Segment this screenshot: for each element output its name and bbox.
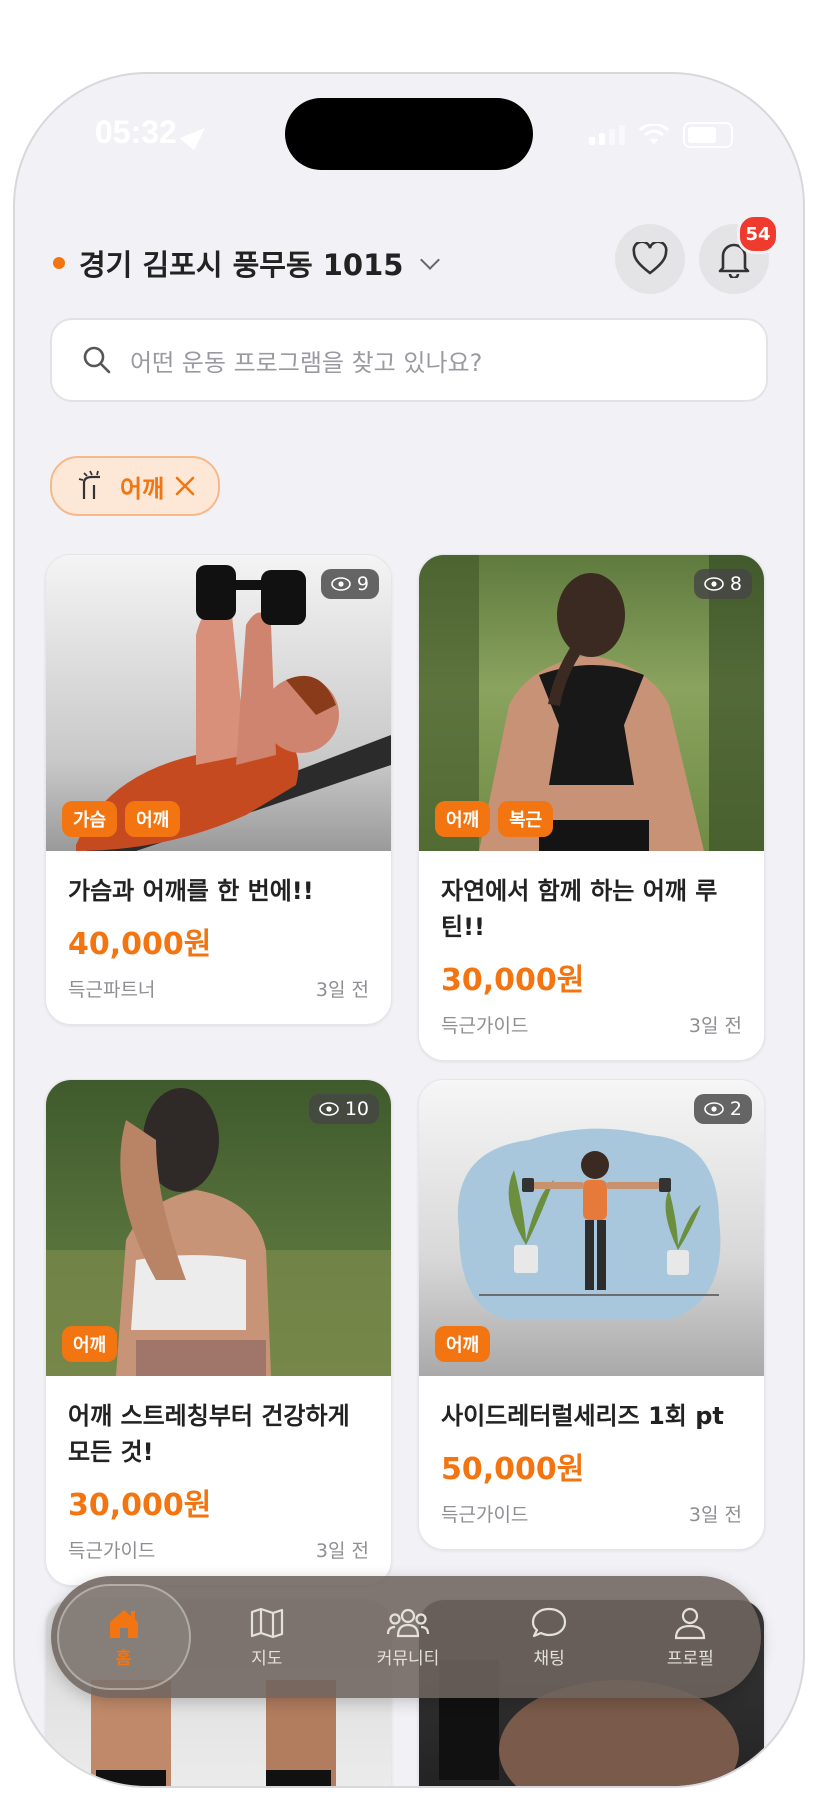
program-image: 9 가슴 어깨 bbox=[46, 555, 391, 851]
location-arrow-icon bbox=[179, 119, 210, 150]
view-count: 8 bbox=[693, 569, 752, 599]
card-price: 30,000원 bbox=[441, 963, 585, 998]
favorites-button[interactable] bbox=[615, 224, 685, 294]
profile-icon bbox=[675, 1607, 706, 1639]
nav-chat-label: 채팅 bbox=[533, 1648, 565, 1669]
card-price: 50,000원 bbox=[441, 1452, 585, 1487]
nav-profile[interactable]: 프로필 bbox=[625, 1606, 755, 1669]
card-body: 가슴과 어깨를 한 번에!! 40,000원 득근파트너 3일 전 bbox=[46, 851, 391, 1024]
battery-icon bbox=[683, 122, 733, 148]
search-bar[interactable]: 어떤 운동 프로그램을 찾고 있나요? bbox=[50, 318, 768, 402]
eye-icon bbox=[319, 1102, 339, 1116]
filter-chip-label: 어깨 bbox=[120, 474, 165, 503]
notifications-button[interactable]: 54 bbox=[699, 214, 779, 294]
nav-profile-label: 프로필 bbox=[666, 1648, 714, 1669]
signal-icon bbox=[589, 125, 625, 145]
nav-chat[interactable]: 채팅 bbox=[484, 1606, 614, 1669]
shoulder-icon bbox=[78, 470, 100, 499]
nav-home[interactable]: 홈 bbox=[56, 1584, 191, 1690]
chat-icon bbox=[532, 1607, 567, 1637]
nav-map[interactable]: 지도 bbox=[202, 1606, 332, 1669]
card-time: 3일 전 bbox=[688, 1015, 742, 1037]
card-author: 득근가이드 bbox=[441, 1504, 529, 1526]
tag: 어깨 bbox=[435, 801, 491, 837]
nav-map-label: 지도 bbox=[251, 1648, 283, 1669]
view-count-value: 2 bbox=[729, 1098, 742, 1120]
eye-icon bbox=[704, 1102, 724, 1116]
tag-list: 어깨 복근 bbox=[435, 801, 554, 837]
view-count: 10 bbox=[308, 1094, 379, 1124]
card-meta: 득근가이드 3일 전 bbox=[441, 1500, 742, 1527]
view-count-value: 10 bbox=[344, 1098, 369, 1120]
bottom-nav: 홈 지도 커뮤니티 채팅 프로필 bbox=[51, 1576, 761, 1698]
program-image: 10 어깨 bbox=[46, 1080, 391, 1376]
view-count: 9 bbox=[320, 569, 379, 599]
program-card[interactable]: 2 어깨 사이드레터럴세리즈 1회 pt 50,000원 득근가이드 3일 전 bbox=[418, 1079, 765, 1550]
wifi-icon bbox=[639, 124, 669, 144]
program-image: 8 어깨 복근 bbox=[419, 555, 764, 851]
view-count-value: 8 bbox=[729, 573, 742, 595]
card-time: 3일 전 bbox=[315, 979, 369, 1001]
location-dot bbox=[53, 257, 65, 269]
home-icon bbox=[109, 1609, 138, 1638]
status-bar: 05:32 bbox=[15, 74, 803, 184]
card-author: 득근파트너 bbox=[68, 979, 156, 1001]
community-icon bbox=[386, 1608, 430, 1637]
tag-list: 가슴 어깨 bbox=[62, 801, 181, 837]
tag: 가슴 bbox=[62, 801, 118, 837]
location-selector[interactable]: 경기 김포시 풍무동 1015 bbox=[53, 242, 441, 284]
card-time: 3일 전 bbox=[688, 1504, 742, 1526]
card-author: 득근가이드 bbox=[441, 1015, 529, 1037]
view-count-value: 9 bbox=[356, 573, 369, 595]
chevron-down-icon bbox=[420, 250, 441, 270]
system-icons bbox=[589, 122, 733, 148]
card-body: 어깨 스트레칭부터 건강하게 모든 것! 30,000원 득근가이드 3일 전 bbox=[46, 1376, 391, 1585]
card-title: 어깨 스트레칭부터 건강하게 모든 것! bbox=[68, 1402, 350, 1466]
card-title: 자연에서 함께 하는 어깨 루틴!! bbox=[441, 877, 718, 941]
search-icon bbox=[83, 346, 111, 374]
tag: 어깨 bbox=[62, 1326, 118, 1362]
nav-home-label: 홈 bbox=[115, 1648, 132, 1669]
tag-list: 어깨 bbox=[435, 1326, 491, 1362]
status-time: 05:32 bbox=[95, 114, 210, 151]
status-time-label: 05:32 bbox=[95, 114, 177, 150]
close-icon[interactable] bbox=[174, 475, 196, 497]
program-image: 2 어깨 bbox=[419, 1080, 764, 1376]
tag-list: 어깨 bbox=[62, 1326, 118, 1362]
location-label: 경기 김포시 풍무동 1015 bbox=[79, 248, 404, 282]
card-meta: 득근가이드 3일 전 bbox=[441, 1011, 742, 1038]
eye-icon bbox=[704, 577, 724, 591]
card-price: 30,000원 bbox=[68, 1488, 212, 1523]
filter-chip-shoulder[interactable]: 어깨 bbox=[50, 456, 221, 516]
card-meta: 득근파트너 3일 전 bbox=[68, 975, 369, 1002]
view-count: 2 bbox=[693, 1094, 752, 1124]
tag: 어깨 bbox=[125, 801, 181, 837]
nav-community-label: 커뮤니티 bbox=[376, 1648, 440, 1669]
dynamic-island bbox=[285, 98, 533, 170]
card-author: 득근가이드 bbox=[68, 1540, 156, 1562]
card-time: 3일 전 bbox=[315, 1540, 369, 1562]
card-title: 사이드레터럴세리즈 1회 pt bbox=[441, 1402, 724, 1430]
phone-screen: 05:32 경기 김포시 풍무동 1015 54 어떤 운동 프로그램을 찾고 … bbox=[15, 74, 803, 1786]
card-title: 가슴과 어깨를 한 번에!! bbox=[68, 877, 314, 905]
tag: 어깨 bbox=[435, 1326, 491, 1362]
search-placeholder: 어떤 운동 프로그램을 찾고 있나요? bbox=[130, 348, 483, 377]
program-card[interactable]: 8 어깨 복근 자연에서 함께 하는 어깨 루틴!! 30,000원 득근가이드… bbox=[418, 554, 765, 1061]
heart-icon bbox=[632, 242, 668, 275]
tag: 복근 bbox=[498, 801, 554, 837]
program-card[interactable]: 9 가슴 어깨 가슴과 어깨를 한 번에!! 40,000원 득근파트너 3일 … bbox=[45, 554, 392, 1025]
eye-icon bbox=[331, 577, 351, 591]
nav-community[interactable]: 커뮤니티 bbox=[343, 1606, 473, 1669]
card-meta: 득근가이드 3일 전 bbox=[68, 1536, 369, 1563]
card-body: 사이드레터럴세리즈 1회 pt 50,000원 득근가이드 3일 전 bbox=[419, 1376, 764, 1549]
map-icon bbox=[250, 1607, 283, 1638]
notification-badge: 54 bbox=[737, 214, 779, 254]
program-card[interactable]: 10 어깨 어깨 스트레칭부터 건강하게 모든 것! 30,000원 득근가이드… bbox=[45, 1079, 392, 1586]
card-price: 40,000원 bbox=[68, 927, 212, 962]
card-body: 자연에서 함께 하는 어깨 루틴!! 30,000원 득근가이드 3일 전 bbox=[419, 851, 764, 1060]
